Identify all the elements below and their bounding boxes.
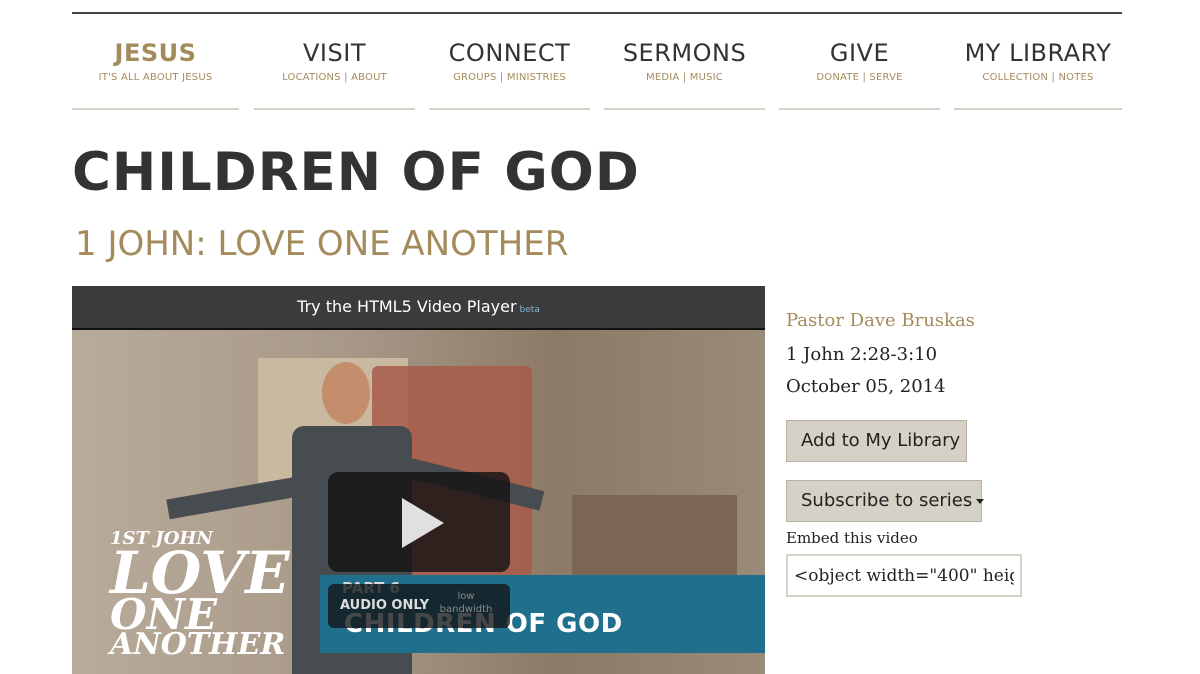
series-logo-line: ANOTHER bbox=[110, 627, 286, 662]
video-player[interactable]: Try the HTML5 Video Player beta 1ST JOHN … bbox=[72, 286, 765, 674]
subscribe-series-button[interactable]: Subscribe to series bbox=[786, 480, 985, 522]
video-thumbnail[interactable]: 1ST JOHN LOVE ONE ANOTHER PART 6 CHILDRE… bbox=[72, 330, 765, 674]
low-bandwidth-label: low bandwidth bbox=[439, 591, 493, 615]
play-button[interactable] bbox=[328, 472, 510, 572]
beta-badge: beta bbox=[519, 305, 540, 315]
embed-code-field[interactable] bbox=[786, 554, 1022, 597]
embed-label: Embed this video bbox=[786, 529, 918, 547]
nav-subtitle: COLLECTION | NOTES bbox=[982, 72, 1094, 83]
nav-title: GIVE bbox=[829, 39, 890, 67]
html5-player-toggle[interactable]: Try the HTML5 Video Player beta bbox=[72, 286, 765, 328]
sermon-date: October 05, 2014 bbox=[786, 376, 946, 397]
player-bar-text: Try the HTML5 Video Player bbox=[297, 297, 517, 316]
nav-title: CONNECT bbox=[448, 39, 571, 67]
nav-title: JESUS bbox=[114, 39, 197, 67]
add-to-library-button[interactable]: Add to My Library bbox=[786, 420, 967, 462]
nav-subtitle: DONATE | SERVE bbox=[816, 72, 903, 83]
nav-subtitle: MEDIA | MUSIC bbox=[646, 72, 723, 83]
audio-only-label: AUDIO ONLY bbox=[340, 598, 430, 613]
main-nav: JESUS IT'S ALL ABOUT JESUS VISIT LOCATIO… bbox=[72, 14, 1122, 110]
page-title: CHILDREN OF GOD bbox=[72, 142, 640, 203]
series-logo: 1ST JOHN LOVE ONE ANOTHER bbox=[110, 530, 290, 660]
nav-item-visit[interactable]: VISIT LOCATIONS | ABOUT bbox=[254, 14, 415, 110]
caret-down-icon bbox=[976, 498, 985, 504]
nav-item-sermons[interactable]: SERMONS MEDIA | MUSIC bbox=[604, 14, 765, 110]
nav-item-give[interactable]: GIVE DONATE | SERVE bbox=[779, 14, 940, 110]
nav-title: MY LIBRARY bbox=[964, 39, 1112, 67]
nav-subtitle: LOCATIONS | ABOUT bbox=[282, 72, 387, 83]
pastor-link[interactable]: Pastor Dave Bruskas bbox=[786, 310, 975, 331]
audio-only-button[interactable]: AUDIO ONLY low bandwidth bbox=[328, 584, 510, 628]
nav-title: VISIT bbox=[303, 39, 366, 67]
play-icon bbox=[402, 498, 444, 548]
nav-item-connect[interactable]: CONNECT GROUPS | MINISTRIES bbox=[429, 14, 590, 110]
nav-subtitle: GROUPS | MINISTRIES bbox=[453, 72, 566, 83]
series-title: 1 JOHN: LOVE ONE ANOTHER bbox=[75, 224, 569, 264]
subscribe-label: Subscribe to series bbox=[801, 490, 973, 511]
nav-title: SERMONS bbox=[622, 39, 747, 67]
scripture-reference: 1 John 2:28-3:10 bbox=[786, 344, 938, 365]
nav-item-jesus[interactable]: JESUS IT'S ALL ABOUT JESUS bbox=[72, 14, 239, 110]
nav-subtitle: IT'S ALL ABOUT JESUS bbox=[98, 72, 213, 83]
nav-item-my-library[interactable]: MY LIBRARY COLLECTION | NOTES bbox=[954, 14, 1122, 110]
